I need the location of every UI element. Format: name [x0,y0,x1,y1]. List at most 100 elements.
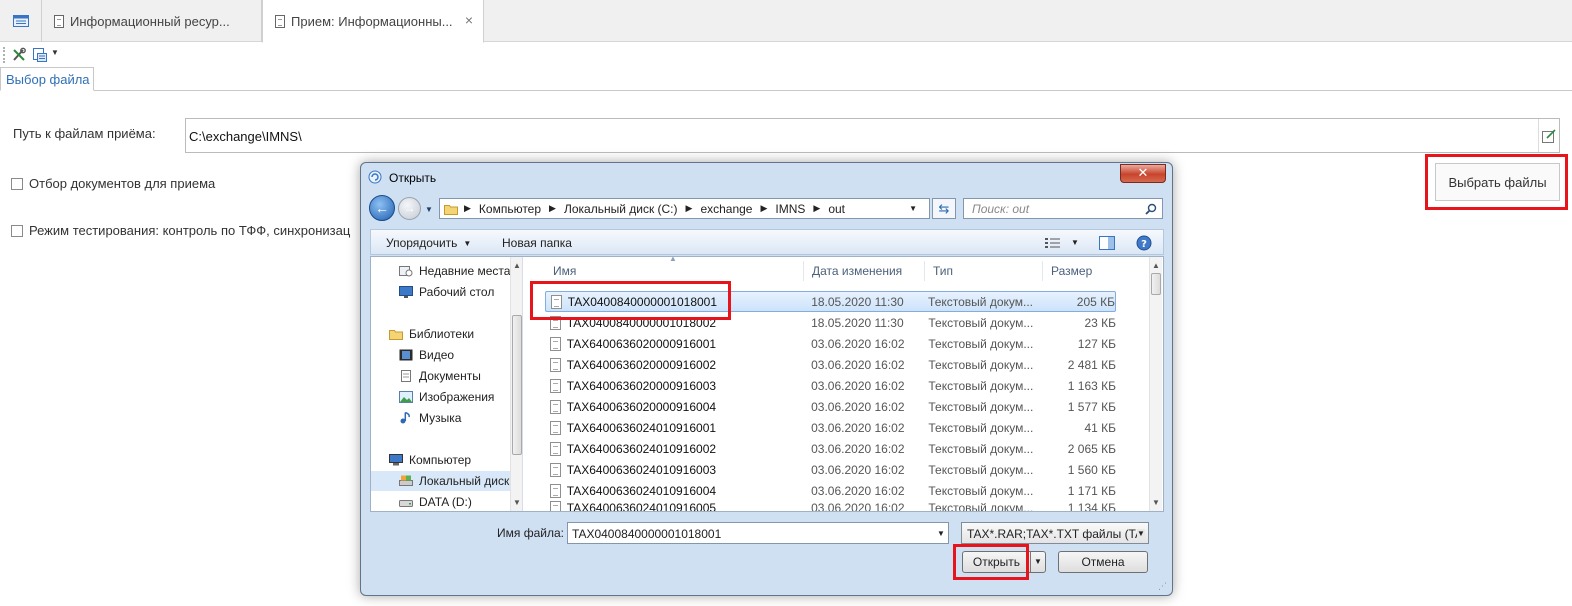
breadcrumb-local-disk[interactable]: Локальный диск (C:) [564,202,678,216]
column-header-date[interactable]: Дата изменения [804,261,925,281]
scroll-up-icon[interactable]: ▲ [513,261,521,270]
file-row[interactable]: TAX6400636024010916002 03.06.2020 16:02 Те… [545,438,1116,459]
address-dropdown-icon[interactable]: ▼ [909,204,917,213]
forward-arrow-icon[interactable]: → [398,197,421,220]
window-list-icon [12,15,29,27]
file-name: TAX6400636024010916005 [566,501,717,511]
folder-icon [444,204,458,215]
checkbox-test-mode[interactable]: Режим тестирования: контроль по ТФФ, син… [11,223,350,238]
file-size: 2 481 КБ [1067,357,1116,372]
nav-libraries[interactable]: Библиотеки [371,324,511,344]
checkbox-label: Режим тестирования: контроль по ТФФ, син… [29,223,351,238]
file-row[interactable]: TAX6400636024010916003 03.06.2020 16:02 Те… [545,459,1116,480]
help-icon[interactable]: ? [1136,235,1152,251]
tab-receive-information[interactable]: Прием: Информационны... × [262,0,484,43]
breadcrumb-out[interactable]: out [828,202,845,216]
file-type: Текстовый докум... [928,399,1034,414]
chevron-down-icon: ▼ [463,238,472,248]
column-header-type[interactable]: Тип [925,261,1043,281]
file-list-scrollbar[interactable]: ▲ ▼ [1149,257,1162,511]
file-type: Текстовый докум... [928,378,1034,393]
file-type: Текстовый докум... [928,501,1034,511]
nav-label: Библиотеки [409,327,475,341]
highlight-box [530,281,731,320]
tools-icon[interactable] [11,47,27,63]
path-input[interactable]: C:\exchange\IMNS\ [185,118,1560,153]
file-date: 03.06.2020 16:02 [811,420,905,435]
search-input[interactable]: Поиск: out [963,198,1163,219]
column-header-name[interactable]: Имя [545,261,804,281]
file-row[interactable]: TAX6400636024010916001 03.06.2020 16:02 Те… [545,417,1116,438]
toolbar-grip [3,47,5,63]
checkbox[interactable] [11,177,23,190]
scroll-down-icon[interactable]: ▼ [513,498,521,507]
video-icon [399,349,413,361]
breadcrumb-exchange[interactable]: exchange [700,202,752,216]
address-bar[interactable]: ▶ Компьютер ▶ Локальный диск (C:) ▶ exch… [439,198,930,219]
nav-desktop[interactable]: Рабочий стол [371,282,511,302]
file-row[interactable]: TAX6400636020000916002 03.06.2020 16:02 Те… [545,354,1116,375]
scroll-thumb[interactable] [1151,273,1161,295]
file-name: TAX6400636024010916003 [566,462,717,477]
file-size: 1 134 КБ [1067,501,1116,511]
tab-label: Прием: Информационны... [291,13,453,29]
nav-local-disk[interactable]: Локальный диск [371,471,511,491]
refresh-icon[interactable]: ⇆ [932,198,956,219]
nav-pictures[interactable]: Изображения [371,387,511,407]
file-name: TAX6400636020000916002 [566,357,717,372]
nav-label: Компьютер [409,453,472,467]
file-row[interactable]: TAX6400636020000916001 03.06.2020 16:02 Те… [545,333,1116,354]
tab-information-resource[interactable]: Информационный ресур... [42,0,262,42]
filename-dropdown-icon[interactable]: ▼ [937,529,945,538]
resize-grip-icon[interactable]: ⋰ [1158,581,1167,592]
nav-recent-places[interactable]: Недавние места [371,261,511,281]
breadcrumb-imns[interactable]: IMNS [775,202,805,216]
close-tab-icon[interactable]: × [465,12,473,28]
organize-button[interactable]: Упорядочить ▼ [386,236,471,250]
file-row[interactable]: TAX6400636024010916004 03.06.2020 16:02 Те… [545,480,1116,501]
browse-path-button[interactable] [1538,119,1559,152]
scroll-thumb[interactable] [512,315,522,455]
nav-label: Документы [419,369,481,383]
scroll-up-icon[interactable]: ▲ [1152,261,1160,270]
chevron-down-icon[interactable]: ▼ [51,48,59,57]
nav-label: Видео [419,348,455,362]
file-name: TAX6400636024010916002 [566,441,717,456]
file-date: 03.06.2020 16:02 [811,462,905,477]
checkbox-select-documents[interactable]: Отбор документов для приема [11,176,215,191]
checkbox[interactable] [11,224,23,237]
breadcrumb-computer[interactable]: Компьютер [479,202,541,216]
nav-computer[interactable]: Компьютер [371,450,511,470]
history-dropdown-icon[interactable]: ▼ [425,205,433,214]
file-type-select[interactable]: TAX*.RAR;TAX*.TXT файлы (TA [961,522,1149,544]
back-arrow-icon[interactable]: ← [369,195,395,221]
file-row[interactable]: TAX6400636020000916003 03.06.2020 16:02 Те… [545,375,1116,396]
file-date: 03.06.2020 16:02 [811,336,905,351]
checkbox-label: Отбор документов для приема [29,176,216,191]
nav-scrollbar[interactable]: ▲ ▼ [510,257,522,511]
close-icon[interactable]: ✕ [1120,164,1166,183]
nav-label: Локальный диск [419,474,510,488]
file-row[interactable]: TAX6400636020000916004 03.06.2020 16:02 Те… [545,396,1116,417]
text-file-icon [550,399,561,414]
chevron-down-icon[interactable]: ▼ [1071,238,1079,247]
view-options-icon[interactable] [1045,237,1061,249]
new-folder-button[interactable]: Новая папка [502,236,572,250]
scroll-down-icon[interactable]: ▼ [1152,498,1160,507]
nav-documents[interactable]: Документы [371,366,511,386]
print-preview-icon[interactable] [32,47,48,63]
file-row[interactable]: TAX6400636024010916005 03.06.2020 16:02 Те… [545,501,1116,511]
chevron-down-icon[interactable]: ▼ [1031,552,1045,572]
text-file-icon [550,357,561,372]
filename-input[interactable]: TAX0400840000001018001 [567,522,949,544]
home-tab[interactable] [0,0,42,42]
nav-data-drive[interactable]: DATA (D:) [371,492,511,511]
chevron-down-icon[interactable]: ▼ [1137,529,1145,538]
column-header-size[interactable]: Размер [1043,261,1116,281]
nav-music[interactable]: Музыка [371,408,511,428]
tab-select-file[interactable]: Выбор файла [0,67,94,91]
cancel-button[interactable]: Отмена [1058,551,1148,573]
preview-pane-icon[interactable] [1099,236,1115,250]
nav-video[interactable]: Видео [371,345,511,365]
nav-label: Рабочий стол [419,285,495,299]
